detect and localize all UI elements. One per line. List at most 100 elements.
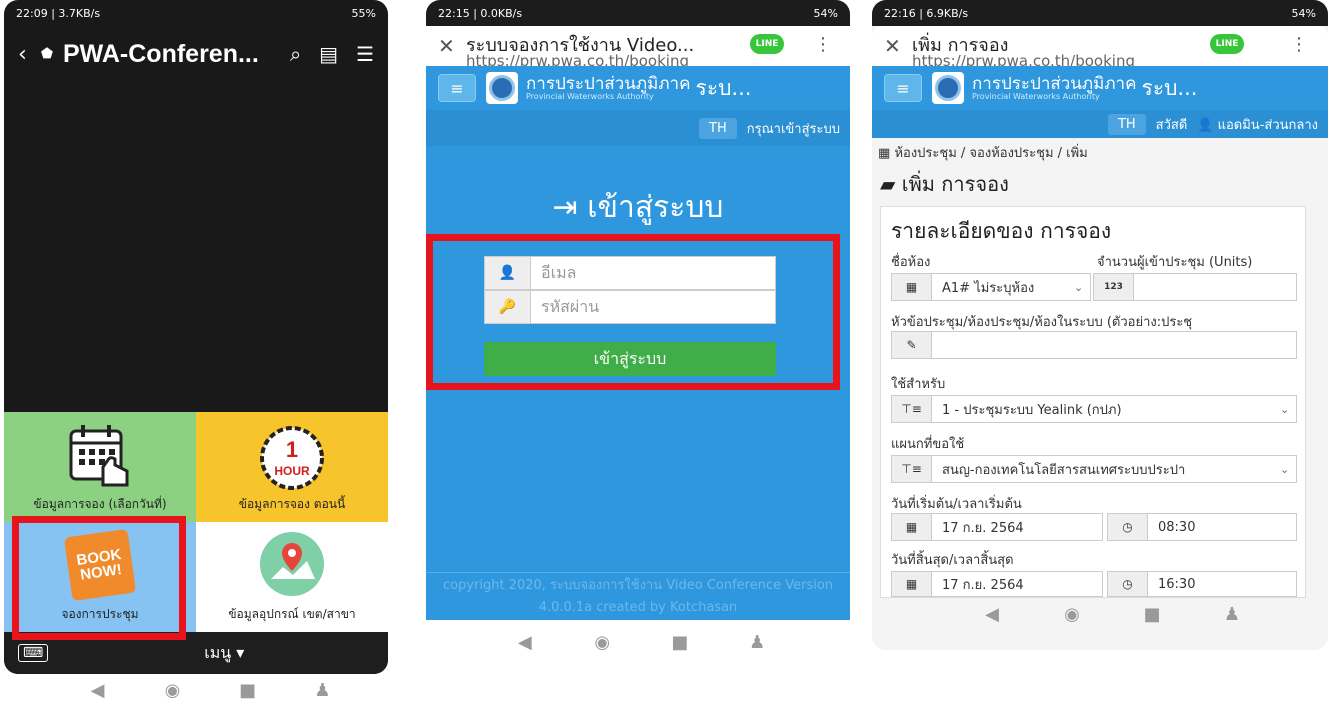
calendar-icon: ▦	[892, 514, 932, 540]
accessibility-icon[interactable]: ♟	[1212, 604, 1252, 625]
brand-name: การประปาส่วนภูมิภาค Provincial Waterwork…	[972, 73, 1198, 101]
url-text: https://prw.pwa.co.th/booking	[466, 52, 689, 66]
keyboard-icon[interactable]: ⌨	[18, 644, 49, 662]
nav-home-icon[interactable]: ◉	[153, 680, 193, 701]
chevron-down-icon: ⌄	[1280, 462, 1290, 476]
calendar-icon: ▦	[878, 146, 891, 161]
more-menu-icon[interactable]: ☰	[356, 42, 374, 66]
browser-header: ✕ เพิ่ม การจอง https://prw.pwa.co.th/boo…	[872, 26, 1328, 66]
tree-icon: ⊤≡	[892, 396, 932, 422]
department-select[interactable]: ⊤≡ สนญ-กองเทคโนโลยีสารสนเทศระบบประปา ⌄	[891, 455, 1297, 483]
highlight-frame-login	[426, 234, 840, 390]
app-title: PWA-Conferen...	[62, 39, 259, 68]
tile-label: ข้อมูลการจอง ตอนนี้	[238, 497, 346, 511]
battery-indicator: 54%	[1291, 6, 1316, 20]
start-label: วันที่เริ่มต้น/เวลาเริ่มต้น	[891, 497, 1022, 512]
attendees-input[interactable]: 123	[1093, 273, 1297, 301]
browser-header: ✕ ระบบจองการใช้งาน Video... https://prw.…	[426, 26, 850, 66]
nav-back-icon[interactable]: ◀	[972, 604, 1012, 625]
language-button[interactable]: TH	[699, 117, 737, 139]
status-time: 22:09 | 3.7KB/s	[16, 6, 101, 20]
tree-icon: ⊤≡	[892, 456, 932, 482]
nav-recent-icon[interactable]: ■	[1132, 604, 1172, 625]
user-icon: 👤	[1197, 117, 1214, 133]
line-share-icon[interactable]: LINE	[750, 34, 784, 54]
tile-booking-by-date[interactable]: ข้อมูลการจอง (เลือกวันที่)	[4, 412, 196, 522]
pwa-logo	[932, 72, 964, 104]
close-icon[interactable]: ✕	[884, 34, 901, 58]
nav-home-icon[interactable]: ◉	[582, 632, 622, 653]
accessibility-icon[interactable]: ♟	[737, 632, 777, 653]
end-date-input[interactable]: ▦ 17 ก.ย. 2564	[891, 571, 1103, 597]
hamburger-icon[interactable]: ≡	[438, 74, 476, 102]
user-bar: TH กรุณาเข้าสู่ระบบ	[426, 110, 850, 146]
greeting-text: สวัสดี	[1155, 117, 1188, 133]
nav-recent-icon[interactable]: ■	[660, 632, 700, 653]
topic-label: หัวข้อประชุม/ห้องประชุม/ห้องในระบบ (ตัวอ…	[891, 315, 1193, 330]
topic-input[interactable]: ✎	[891, 331, 1297, 359]
pencil-icon: ✎	[892, 332, 932, 358]
footer-copyright: copyright 2020, ระบบจองการใช้งาน Video C…	[426, 572, 850, 620]
page-title: ▰ เพิ่ม การจอง	[880, 172, 1009, 196]
more-options-icon[interactable]: ⋮	[814, 34, 832, 55]
booking-form: รายละเอียดของ การจอง ชื่อห้อง จำนวนผู้เข…	[880, 206, 1306, 598]
nav-home-icon[interactable]: ◉	[1052, 604, 1092, 625]
form-title: รายละเอียดของ การจอง	[891, 219, 1112, 243]
app-header: ≡ การประปาส่วนภูมิภาค Provincial Waterwo…	[872, 66, 1328, 110]
map-pin-icon	[260, 532, 324, 596]
url-text: https://prw.pwa.co.th/booking	[912, 52, 1135, 66]
tile-label: ข้อมูลการจอง (เลือกวันที่)	[33, 497, 167, 511]
reader-icon[interactable]: ▤	[319, 42, 338, 66]
numbers-icon: 123	[1094, 274, 1134, 300]
building-icon: ▦	[892, 274, 932, 300]
android-nav-bar: ◀ ◉ ■ ♟	[486, 630, 796, 654]
book-icon: ▰	[880, 172, 896, 196]
status-bar: 22:15 | 0.0KB/s 54%	[426, 0, 850, 26]
end-label: วันที่สิ้นสุด/เวลาสิ้นสุด	[891, 553, 1014, 568]
start-date-input[interactable]: ▦ 17 ก.ย. 2564	[891, 513, 1103, 541]
use-for-label: ใช้สำหรับ	[891, 377, 946, 392]
shield-icon: ⬟	[40, 46, 53, 62]
nav-back-icon[interactable]: ◀	[78, 680, 118, 701]
nav-recent-icon[interactable]: ■	[228, 680, 268, 701]
brand-name: การประปาส่วนภูมิภาค Provincial Waterwork…	[526, 73, 752, 101]
tile-label: ข้อมูลอุปกรณ์ เขต/สาขา	[228, 607, 356, 621]
language-button[interactable]: TH	[1107, 113, 1146, 135]
chevron-down-icon: ⌄	[1074, 280, 1084, 294]
start-time-input[interactable]: ◷ 08:30	[1107, 513, 1297, 541]
tile-booking-now[interactable]: 1 HOUR ข้อมูลการจอง ตอนนี้	[196, 412, 388, 522]
use-for-select[interactable]: ⊤≡ 1 - ประชุมระบบ Yealink (กปภ) ⌄	[891, 395, 1297, 423]
end-time-input[interactable]: ◷ 16:30	[1107, 571, 1297, 597]
calendar-icon: ▦	[892, 572, 932, 596]
status-time: 22:16 | 6.9KB/s	[884, 6, 969, 20]
breadcrumb: ▦ ห้องประชุม / จองห้องประชุม / เพิ่ม	[878, 146, 1088, 161]
hour-number: 1	[286, 437, 298, 462]
hour-word: HOUR	[274, 464, 310, 478]
user-bar: TH สวัสดี 👤 แอดมิน-ส่วนกลาง	[872, 110, 1328, 138]
android-nav-bar: ◀ ◉ ■ ♟	[952, 602, 1272, 626]
sign-in-icon: ⇥	[552, 190, 578, 225]
menu-button[interactable]: เมนู ▾	[204, 641, 244, 666]
clock-icon: ◷	[1108, 514, 1148, 540]
tile-equipment-info[interactable]: ข้อมูลอุปกรณ์ เขต/สาขา	[196, 522, 388, 632]
back-icon[interactable]: ‹	[18, 42, 27, 67]
status-time: 22:15 | 0.0KB/s	[438, 6, 523, 20]
close-icon[interactable]: ✕	[438, 34, 455, 58]
login-title: ⇥ เข้าสู่ระบบ	[552, 190, 724, 225]
room-select[interactable]: ▦ A1# ไม่ระบุห้อง ⌄	[891, 273, 1091, 301]
user-menu[interactable]: 👤 แอดมิน-ส่วนกลาง	[1197, 114, 1318, 135]
more-options-icon[interactable]: ⋮	[1290, 34, 1308, 55]
line-share-icon[interactable]: LINE	[1210, 34, 1244, 54]
login-prompt[interactable]: กรุณาเข้าสู่ระบบ	[747, 118, 840, 139]
accessibility-icon[interactable]: ♟	[303, 680, 343, 701]
pwa-logo	[486, 72, 518, 104]
nav-back-icon[interactable]: ◀	[505, 632, 545, 653]
department-label: แผนกที่ขอใช้	[891, 437, 965, 452]
android-nav-bar: ◀ ◉ ■ ♟	[60, 678, 360, 702]
highlight-frame-book	[12, 516, 186, 640]
calendar-hand-icon	[69, 425, 129, 487]
hamburger-icon[interactable]: ≡	[884, 74, 922, 102]
zoom-icon[interactable]: ⌕	[290, 42, 301, 66]
app-header: ≡ การประปาส่วนภูมิภาค Provincial Waterwo…	[426, 66, 850, 110]
phone-screen-add-booking: 22:16 | 6.9KB/s 54% ✕ เพิ่ม การจอง https…	[872, 0, 1328, 650]
